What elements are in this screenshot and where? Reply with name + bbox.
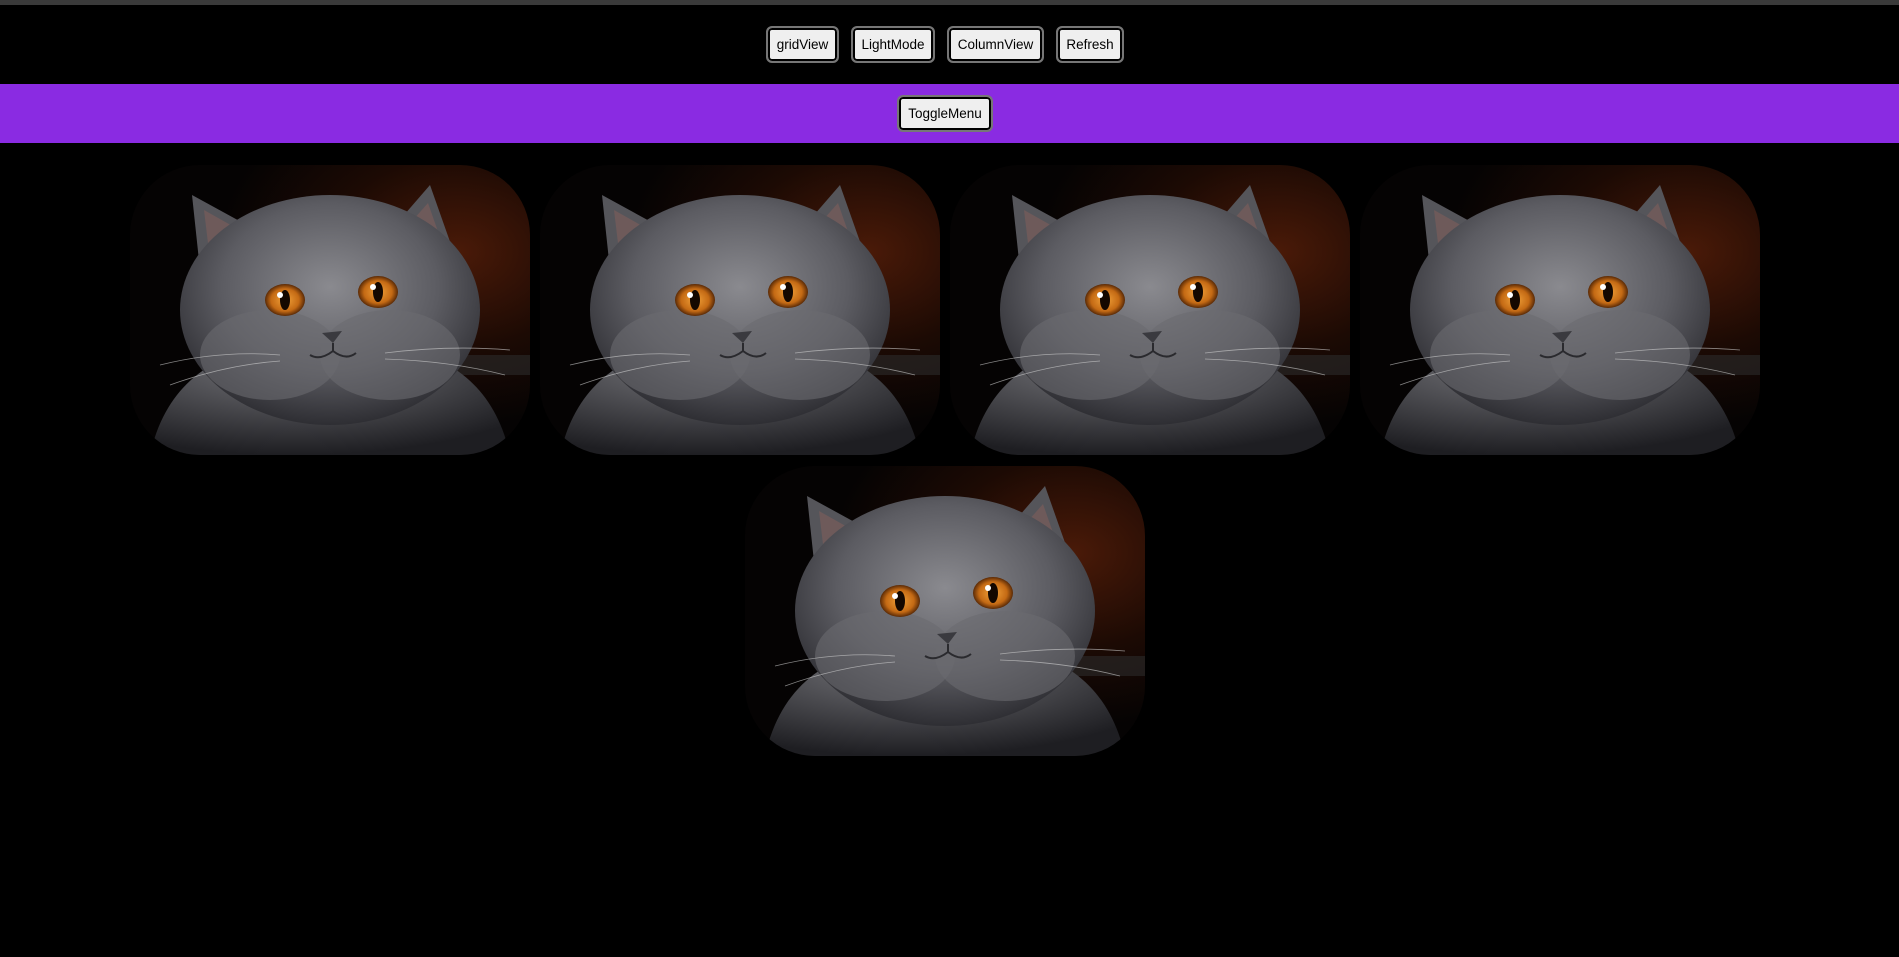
cat-photo — [130, 165, 530, 455]
light-mode-button[interactable]: LightMode — [851, 26, 935, 63]
cat-photo — [1360, 165, 1760, 455]
cat-gallery — [0, 143, 1899, 957]
view-toolbar: gridView LightMode ColumnView Refresh — [0, 5, 1899, 84]
gallery-image[interactable] — [130, 165, 530, 455]
gallery-image[interactable] — [745, 466, 1145, 756]
cat-photo — [950, 165, 1350, 455]
cat-photo — [745, 466, 1145, 756]
gallery-image[interactable] — [950, 165, 1350, 455]
column-view-button[interactable]: ColumnView — [947, 26, 1044, 63]
gallery-image[interactable] — [1360, 165, 1760, 455]
grid-view-button[interactable]: gridView — [766, 26, 839, 63]
menu-bar: ToggleMenu — [0, 84, 1899, 143]
refresh-button[interactable]: Refresh — [1056, 26, 1124, 63]
toggle-menu-button[interactable]: ToggleMenu — [897, 95, 993, 132]
gallery-image[interactable] — [540, 165, 940, 455]
cat-photo — [540, 165, 940, 455]
